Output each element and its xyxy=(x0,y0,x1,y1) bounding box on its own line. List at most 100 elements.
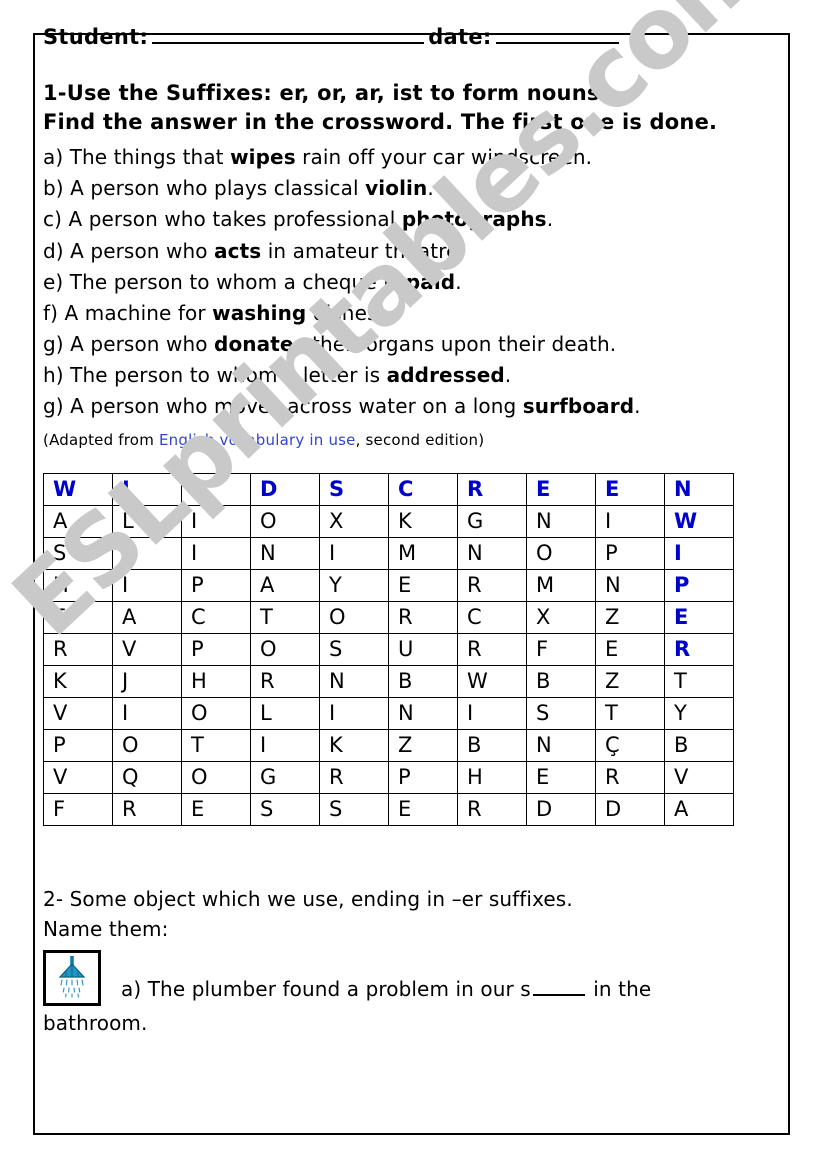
wordsearch-cell[interactable]: K xyxy=(319,728,389,762)
wordsearch-cell[interactable]: N xyxy=(526,504,596,538)
wordsearch-cell[interactable]: Z xyxy=(595,600,665,634)
wordsearch-cell[interactable]: P xyxy=(181,568,251,602)
wordsearch-cell[interactable]: E xyxy=(388,568,458,602)
wordsearch-cell[interactable]: R xyxy=(595,760,665,794)
wordsearch-cell[interactable]: O xyxy=(112,728,182,762)
wordsearch-cell[interactable]: O xyxy=(319,600,389,634)
wordsearch-cell[interactable]: T xyxy=(250,600,320,634)
wordsearch-cell[interactable]: M xyxy=(388,536,458,570)
wordsearch-cell[interactable]: C xyxy=(457,600,527,634)
date-field[interactable] xyxy=(495,28,619,44)
wordsearch-cell[interactable]: R xyxy=(457,632,527,666)
wordsearch-cell[interactable]: I xyxy=(250,728,320,762)
wordsearch-cell[interactable]: E xyxy=(595,632,665,666)
wordsearch-cell[interactable]: N xyxy=(388,696,458,730)
wordsearch-cell[interactable]: R xyxy=(457,792,527,826)
wordsearch-cell[interactable]: F xyxy=(43,792,113,826)
wordsearch-cell[interactable]: Z xyxy=(595,664,665,698)
wordsearch-cell[interactable]: A xyxy=(112,600,182,634)
wordsearch-cell[interactable]: R xyxy=(250,664,320,698)
wordsearch-cell[interactable]: P xyxy=(43,728,113,762)
wordsearch-cell[interactable]: I xyxy=(457,696,527,730)
wordsearch-cell[interactable]: I xyxy=(112,568,182,602)
wordsearch-cell[interactable]: P xyxy=(664,568,734,602)
wordsearch-cell[interactable]: R xyxy=(664,632,734,666)
wordsearch-cell[interactable]: E xyxy=(181,792,251,826)
wordsearch-cell[interactable]: N xyxy=(526,728,596,762)
wordsearch-cell[interactable]: F xyxy=(526,632,596,666)
wordsearch-grid[interactable]: WINDSCREENALIOXKGNIWSSINIMNOPIHIPAYERMNP… xyxy=(43,472,734,826)
wordsearch-cell[interactable]: S xyxy=(319,472,389,506)
wordsearch-cell[interactable]: E xyxy=(43,600,113,634)
wordsearch-cell[interactable]: R xyxy=(319,760,389,794)
wordsearch-cell[interactable]: W xyxy=(457,664,527,698)
wordsearch-cell[interactable]: D xyxy=(595,792,665,826)
wordsearch-cell[interactable]: S xyxy=(526,696,596,730)
wordsearch-cell[interactable]: Z xyxy=(388,728,458,762)
wordsearch-cell[interactable]: V xyxy=(664,760,734,794)
wordsearch-cell[interactable]: O xyxy=(250,504,320,538)
wordsearch-cell[interactable]: R xyxy=(457,568,527,602)
wordsearch-cell[interactable]: E xyxy=(526,472,596,506)
wordsearch-cell[interactable]: E xyxy=(595,472,665,506)
wordsearch-cell[interactable]: Q xyxy=(112,760,182,794)
wordsearch-cell[interactable]: I xyxy=(319,536,389,570)
wordsearch-cell[interactable]: D xyxy=(526,792,596,826)
wordsearch-cell[interactable]: I xyxy=(112,696,182,730)
wordsearch-cell[interactable]: I xyxy=(664,536,734,570)
wordsearch-cell[interactable]: L xyxy=(112,504,182,538)
wordsearch-cell[interactable]: S xyxy=(43,536,113,570)
wordsearch-cell[interactable]: C xyxy=(388,472,458,506)
wordsearch-cell[interactable]: X xyxy=(319,504,389,538)
wordsearch-cell[interactable]: N xyxy=(181,472,251,506)
wordsearch-cell[interactable]: A xyxy=(250,568,320,602)
wordsearch-cell[interactable]: I xyxy=(319,696,389,730)
wordsearch-cell[interactable]: P xyxy=(595,536,665,570)
wordsearch-cell[interactable]: B xyxy=(457,728,527,762)
wordsearch-cell[interactable]: V xyxy=(43,760,113,794)
wordsearch-cell[interactable]: T xyxy=(181,728,251,762)
wordsearch-cell[interactable]: I xyxy=(181,504,251,538)
wordsearch-cell[interactable]: O xyxy=(526,536,596,570)
wordsearch-cell[interactable]: W xyxy=(43,472,113,506)
wordsearch-cell[interactable]: I xyxy=(181,536,251,570)
wordsearch-cell[interactable]: S xyxy=(319,792,389,826)
wordsearch-cell[interactable]: C xyxy=(181,600,251,634)
wordsearch-cell[interactable]: R xyxy=(388,600,458,634)
wordsearch-cell[interactable]: N xyxy=(664,472,734,506)
wordsearch-cell[interactable]: V xyxy=(43,696,113,730)
wordsearch-cell[interactable]: N xyxy=(457,536,527,570)
wordsearch-cell[interactable]: O xyxy=(250,632,320,666)
wordsearch-cell[interactable]: H xyxy=(43,568,113,602)
wordsearch-cell[interactable]: I xyxy=(595,504,665,538)
wordsearch-cell[interactable]: J xyxy=(112,664,182,698)
wordsearch-cell[interactable]: S xyxy=(250,792,320,826)
wordsearch-cell[interactable]: O xyxy=(181,696,251,730)
wordsearch-cell[interactable]: N xyxy=(250,536,320,570)
wordsearch-cell[interactable]: H xyxy=(181,664,251,698)
wordsearch-cell[interactable]: G xyxy=(250,760,320,794)
wordsearch-cell[interactable]: V xyxy=(112,632,182,666)
wordsearch-cell[interactable]: A xyxy=(664,792,734,826)
wordsearch-cell[interactable]: I xyxy=(112,472,182,506)
wordsearch-cell[interactable]: Y xyxy=(664,696,734,730)
wordsearch-cell[interactable]: B xyxy=(388,664,458,698)
wordsearch-cell[interactable]: T xyxy=(595,696,665,730)
wordsearch-cell[interactable]: N xyxy=(319,664,389,698)
wordsearch-cell[interactable]: P xyxy=(181,632,251,666)
student-name-field[interactable] xyxy=(152,28,425,44)
wordsearch-cell[interactable]: E xyxy=(664,600,734,634)
wordsearch-cell[interactable]: E xyxy=(526,760,596,794)
wordsearch-cell[interactable]: W xyxy=(664,504,734,538)
wordsearch-cell[interactable]: B xyxy=(664,728,734,762)
wordsearch-cell[interactable]: U xyxy=(388,632,458,666)
wordsearch-cell[interactable]: P xyxy=(388,760,458,794)
wordsearch-cell[interactable]: S xyxy=(112,536,182,570)
wordsearch-cell[interactable]: T xyxy=(664,664,734,698)
wordsearch-cell[interactable]: R xyxy=(43,632,113,666)
wordsearch-cell[interactable]: L xyxy=(250,696,320,730)
wordsearch-cell[interactable]: S xyxy=(319,632,389,666)
wordsearch-cell[interactable]: A xyxy=(43,504,113,538)
wordsearch-cell[interactable]: Ç xyxy=(595,728,665,762)
wordsearch-cell[interactable]: G xyxy=(457,504,527,538)
